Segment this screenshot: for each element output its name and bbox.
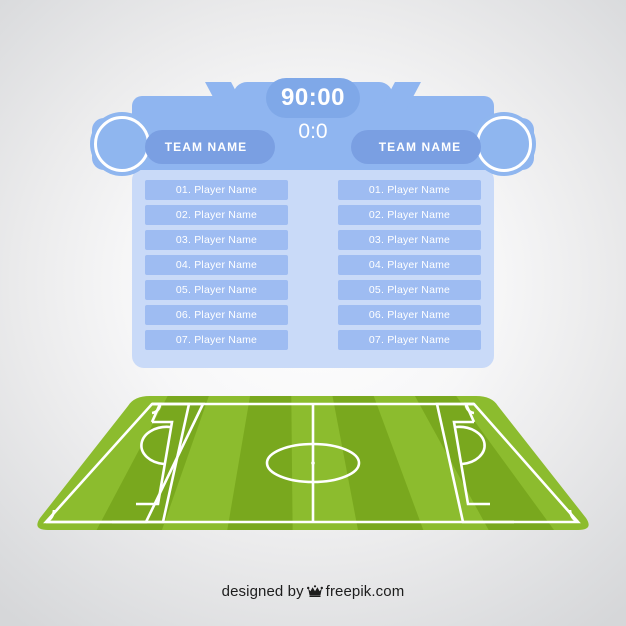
team-crest-circle-icon-right[interactable]	[472, 112, 536, 176]
list-item[interactable]: 07. Player Name	[145, 330, 288, 350]
roster-panel: 01. Player Name 02. Player Name 03. Play…	[132, 168, 494, 368]
list-item[interactable]: 03. Player Name	[338, 230, 481, 250]
list-item[interactable]: 07. Player Name	[338, 330, 481, 350]
scoreboard: 01. Player Name 02. Player Name 03. Play…	[0, 0, 626, 380]
list-item[interactable]: 02. Player Name	[338, 205, 481, 225]
list-item[interactable]: 01. Player Name	[145, 180, 288, 200]
list-item[interactable]: 05. Player Name	[145, 280, 288, 300]
list-item[interactable]: 06. Player Name	[338, 305, 481, 325]
roster-column-left: 01. Player Name 02. Player Name 03. Play…	[145, 180, 288, 355]
list-item[interactable]: 06. Player Name	[145, 305, 288, 325]
team-name-left[interactable]: TEAM NAME	[145, 130, 275, 164]
list-item[interactable]: 02. Player Name	[145, 205, 288, 225]
freepik-crown-icon	[306, 584, 323, 602]
attribution-footer: designed by freepik.com	[0, 583, 626, 602]
list-item[interactable]: 05. Player Name	[338, 280, 481, 300]
list-item[interactable]: 04. Player Name	[338, 255, 481, 275]
center-spot	[311, 461, 315, 465]
soccer-field	[37, 396, 589, 530]
roster-column-right: 01. Player Name 02. Player Name 03. Play…	[338, 180, 481, 355]
badge-ring	[476, 116, 532, 172]
team-name-right[interactable]: TEAM NAME	[351, 130, 481, 164]
attribution-prefix: designed by	[221, 583, 304, 600]
list-item[interactable]: 04. Player Name	[145, 255, 288, 275]
list-item[interactable]: 03. Player Name	[145, 230, 288, 250]
list-item[interactable]: 01. Player Name	[338, 180, 481, 200]
badge-ring	[94, 116, 150, 172]
match-score: 0:0	[298, 120, 328, 143]
match-timer[interactable]: 90:00	[266, 78, 360, 118]
attribution-brand: freepik.com	[325, 583, 405, 600]
